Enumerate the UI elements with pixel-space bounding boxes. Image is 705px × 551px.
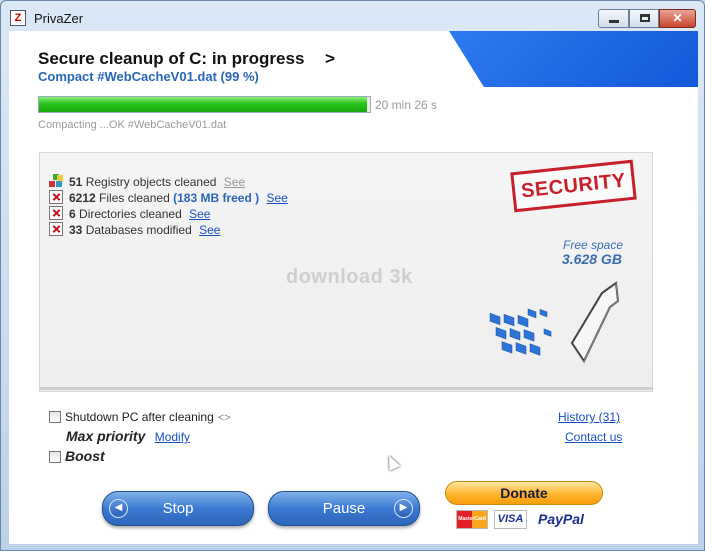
see-databases-link[interactable]: See — [199, 223, 220, 237]
red-x-icon — [49, 190, 63, 204]
see-registry-link[interactable]: See — [224, 175, 245, 189]
window-title: PrivaZer — [34, 11, 84, 26]
shutdown-label: Shutdown PC after cleaning — [65, 410, 214, 424]
boost-checkbox[interactable] — [49, 451, 61, 463]
title-bar[interactable]: Z PrivaZer ✕ — [1, 1, 704, 33]
results-panel: 51 Registry objects cleaned See 6212 Fil… — [39, 152, 653, 392]
stat-databases: 33 Databases modified See — [49, 222, 220, 237]
stop-label: Stop — [162, 500, 194, 517]
panel-divider — [39, 387, 653, 390]
stat-label: Directories cleaned — [79, 207, 182, 221]
cleanup-graphic-icon — [489, 281, 620, 364]
watermark: download 3k — [286, 266, 413, 288]
stat-count: 51 — [69, 175, 83, 189]
mouse-cursor-icon — [383, 453, 401, 471]
privazer-window: Z PrivaZer ✕ Secure cleanup of C: in pro… — [0, 0, 705, 551]
stat-label: Files cleaned — [99, 191, 170, 205]
stat-count: 6 — [69, 207, 76, 221]
registry-icon — [49, 174, 63, 188]
see-files-link[interactable]: See — [266, 191, 287, 205]
privazer-logo-icon: Z — [10, 10, 26, 26]
minimize-button[interactable] — [598, 9, 629, 28]
maximize-button[interactable] — [629, 9, 659, 28]
visa-icon: VISA — [494, 510, 527, 529]
stat-directories: 6 Directories cleaned See — [49, 206, 210, 221]
minimize-icon — [609, 20, 619, 23]
chevron-right-icon: ▶ — [394, 499, 413, 518]
time-remaining: 20 min 26 s — [375, 98, 438, 112]
maximize-icon — [640, 14, 650, 22]
shutdown-checkbox[interactable] — [49, 411, 61, 423]
red-x-icon — [49, 222, 63, 236]
priority-label: Max priority — [66, 428, 146, 444]
close-icon: ✕ — [672, 11, 683, 25]
stat-count: 33 — [69, 223, 83, 237]
boost-option[interactable]: Boost — [49, 448, 105, 464]
contact-link[interactable]: Contact us — [565, 430, 622, 444]
history-link[interactable]: History (31) — [558, 410, 620, 424]
current-task: Compact #WebCacheV01.dat (99 %) — [38, 69, 259, 84]
stat-count: 6212 — [69, 191, 96, 205]
stop-button[interactable]: ◀ Stop — [102, 491, 254, 526]
details-arrow-icon[interactable]: > — [325, 49, 335, 69]
cleanup-progress-bar — [38, 96, 371, 113]
see-directories-link[interactable]: See — [189, 207, 210, 221]
stat-files: 6212 Files cleaned (183 MB freed ) See — [49, 190, 288, 205]
free-space-value: 3.628 GB — [562, 251, 622, 267]
stat-registry: 51 Registry objects cleaned See — [49, 174, 245, 189]
shutdown-option[interactable]: Shutdown PC after cleaning <> — [49, 410, 231, 424]
stat-label: Registry objects cleaned — [85, 175, 217, 189]
history-link-wrap: History (31) — [558, 410, 620, 424]
free-space-label: Free space — [563, 238, 624, 252]
page-title: Secure cleanup of C: in progress — [38, 49, 305, 68]
chevron-left-right-icon[interactable]: <> — [218, 412, 231, 424]
paypal-icon: PayPal — [538, 511, 584, 527]
pause-button[interactable]: Pause ▶ — [268, 491, 420, 526]
status-text: Compacting ...OK #WebCacheV01.dat — [38, 119, 227, 131]
chevron-left-icon: ◀ — [109, 499, 128, 518]
progress-fill — [39, 97, 367, 112]
priority-row: Max priority Modify — [66, 428, 190, 444]
donate-button[interactable]: Donate — [445, 481, 603, 505]
boost-label: Boost — [65, 448, 105, 464]
close-button[interactable]: ✕ — [659, 9, 696, 28]
freed-size: (183 MB freed ) — [173, 191, 260, 205]
red-x-icon — [49, 206, 63, 220]
main-content: Secure cleanup of C: in progress > Compa… — [9, 31, 698, 544]
pause-label: Pause — [322, 500, 366, 517]
contact-link-wrap: Contact us — [565, 430, 622, 444]
modify-priority-link[interactable]: Modify — [155, 430, 190, 444]
mastercard-icon: MasterCard — [456, 510, 488, 529]
header-banner — [449, 31, 698, 87]
security-stamp: SECURITY — [510, 159, 637, 213]
stat-label: Databases modified — [85, 223, 192, 237]
